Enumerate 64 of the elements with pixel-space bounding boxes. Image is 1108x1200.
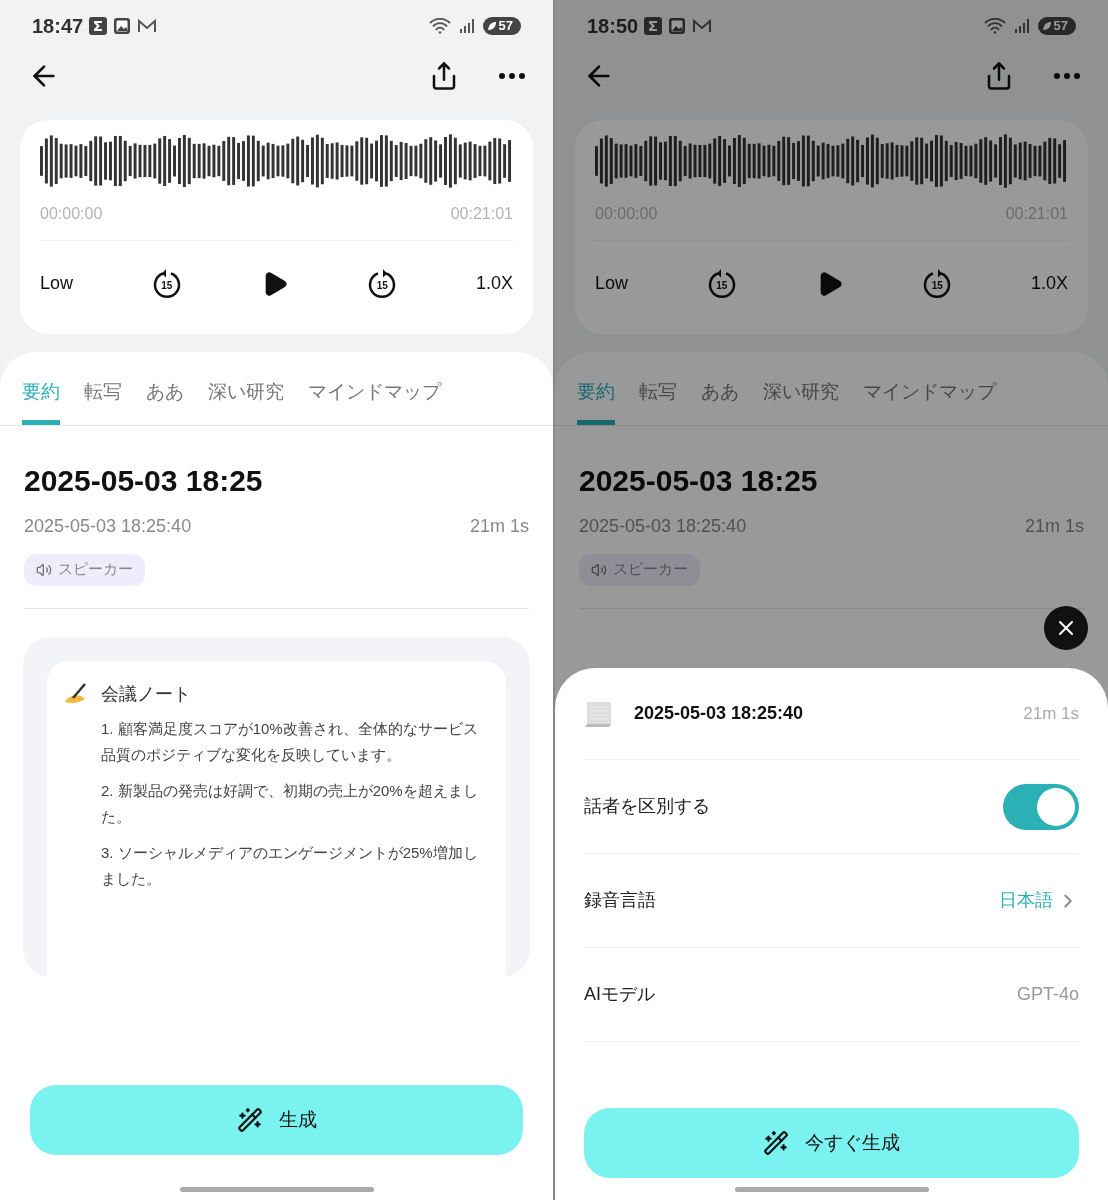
recording-title: 2025-05-03 18:25	[24, 462, 264, 499]
speaker-tag: スピーカー	[579, 553, 700, 586]
more-button[interactable]	[499, 73, 525, 79]
tab[interactable]: マインドマップ	[308, 378, 441, 425]
battery-indicator: 57	[482, 17, 521, 35]
sigma-icon	[644, 17, 663, 35]
sheet-duration: 21m 1s	[1023, 702, 1079, 725]
image-icon	[668, 17, 687, 35]
tab[interactable]: 深い研究	[208, 378, 284, 425]
setting-label: 録音言語	[584, 889, 656, 912]
quality-button[interactable]: Low	[595, 270, 629, 297]
magic-wand-icon	[236, 1107, 263, 1133]
recording-datetime: 2025-05-03 18:25:40	[579, 514, 747, 538]
note-item: 2. 新製品の発売は好調で、初期の売上が20%を超えました。	[101, 780, 479, 827]
recording-datetime: 2025-05-03 18:25:40	[24, 514, 192, 538]
more-icon	[1054, 73, 1080, 79]
image-icon	[113, 17, 132, 35]
status-time: 18:50	[587, 14, 639, 39]
start-time: 00:00:00	[40, 204, 103, 224]
tab[interactable]: 深い研究	[763, 378, 839, 425]
skip-forward-button[interactable]: 15	[366, 267, 399, 300]
more-icon	[499, 73, 525, 79]
note-heading: 会議ノート	[101, 682, 191, 706]
tab[interactable]: ああ	[701, 378, 739, 425]
note-item: 1. 顧客満足度スコアが10%改善され、全体的なサービス品質のポジティブな変化を反映しています。	[101, 718, 479, 765]
setting-label: AIモデル	[584, 983, 655, 1006]
sigma-icon	[89, 17, 108, 35]
writing-hand-icon	[63, 682, 89, 706]
mail-icon	[137, 18, 158, 34]
setting-label: 話者を区別する	[584, 795, 710, 818]
tab[interactable]: マインドマップ	[863, 378, 996, 425]
setting-value: GPT-4o	[1016, 983, 1079, 1006]
end-time: 00:21:01	[450, 204, 513, 224]
more-button[interactable]	[1054, 73, 1080, 79]
mail-icon	[692, 18, 713, 34]
speaker-tag: スピーカー	[24, 553, 145, 586]
note-item: 3. ソーシャルメディアのエンゲージメントが25%増加しました。	[101, 842, 479, 889]
tab[interactable]: ああ	[146, 378, 184, 425]
recording-duration: 21m 1s	[1024, 514, 1084, 538]
tab[interactable]: 要約	[22, 378, 60, 425]
recording-duration: 21m 1s	[469, 514, 529, 538]
battery-indicator: 57	[1037, 17, 1076, 35]
skip-back-button[interactable]: 15	[150, 267, 183, 300]
speed-button[interactable]: 1.0X	[475, 270, 513, 297]
generate-now-button[interactable]: 今すぐ生成	[584, 1108, 1079, 1178]
status-time: 18:47	[32, 14, 84, 39]
recording-title: 2025-05-03 18:25	[579, 462, 819, 499]
toggle-switch[interactable]	[1003, 783, 1079, 830]
tab[interactable]: 転写	[639, 378, 677, 425]
wifi-icon	[983, 18, 1006, 34]
wifi-icon	[428, 18, 451, 34]
skip-back-button[interactable]: 15	[705, 267, 738, 300]
speed-button[interactable]: 1.0X	[1030, 270, 1068, 297]
language-selector[interactable]: 日本語	[999, 887, 1079, 914]
signal-icon	[458, 18, 475, 34]
speaker-icon	[36, 561, 52, 578]
sheet-datetime: 2025-05-03 18:25:40	[634, 702, 804, 725]
generate-button[interactable]: 生成	[30, 1085, 523, 1155]
signal-icon	[1013, 18, 1030, 34]
skip-forward-button[interactable]: 15	[921, 267, 954, 300]
magic-wand-icon	[763, 1130, 789, 1156]
speaker-icon	[591, 561, 607, 578]
tab[interactable]: 転写	[84, 378, 122, 425]
quality-button[interactable]: Low	[40, 270, 74, 297]
